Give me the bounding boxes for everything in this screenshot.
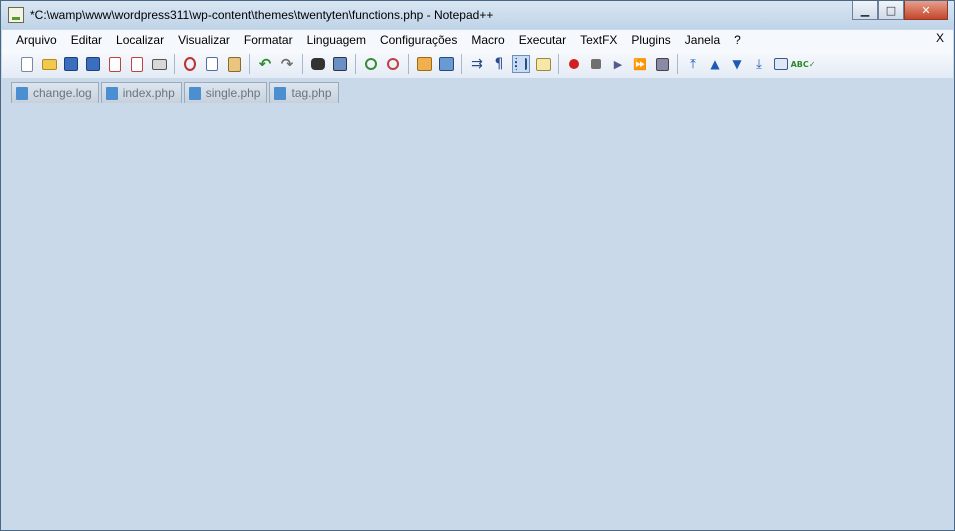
close-document-button[interactable]: X xyxy=(936,31,944,45)
toolbar-separator xyxy=(249,54,250,74)
close-file-icon[interactable] xyxy=(106,55,124,73)
find-icon[interactable] xyxy=(309,55,327,73)
toolbar-separator xyxy=(355,54,356,74)
toolbar: ↶ ↷ ⇉ ¶ ▶ ⏩ ⤒ ▲ ▼ ⤓ ABC✓ xyxy=(2,50,953,78)
spell-check-icon[interactable]: ABC✓ xyxy=(791,55,816,73)
textfx-convert-icon[interactable] xyxy=(772,55,790,73)
sync-vertical-icon[interactable] xyxy=(415,55,433,73)
tab-label: change.log xyxy=(33,86,92,100)
menu-executar[interactable]: Executar xyxy=(512,30,573,50)
menu-arquivo[interactable]: Arquivo xyxy=(2,30,64,50)
menu-editar[interactable]: Editar xyxy=(64,30,109,50)
textfx-down-icon[interactable]: ▼ xyxy=(728,55,746,73)
play-macro-icon[interactable]: ▶ xyxy=(609,55,627,73)
menu-localizar[interactable]: Localizar xyxy=(109,30,171,50)
menu-visualizar[interactable]: Visualizar xyxy=(171,30,237,50)
word-wrap-icon[interactable]: ⇉ xyxy=(468,55,486,73)
tab-single-php[interactable]: single.php xyxy=(183,82,268,103)
toolbar-separator xyxy=(558,54,559,74)
window-title: *C:\wamp\www\wordpress311\wp-content\the… xyxy=(30,8,494,22)
run-macro-multiple-icon[interactable]: ⏩ xyxy=(631,55,649,73)
copy-icon[interactable] xyxy=(203,55,221,73)
save-macro-icon[interactable] xyxy=(653,55,671,73)
menu-formatar[interactable]: Formatar xyxy=(237,30,300,50)
paste-icon[interactable] xyxy=(225,55,243,73)
tab-label: single.php xyxy=(205,86,261,100)
print-icon[interactable] xyxy=(150,55,168,73)
menu-help[interactable]: ? xyxy=(727,30,748,50)
toolbar-separator xyxy=(302,54,303,74)
menu-macro[interactable]: Macro xyxy=(464,30,511,50)
toolbar-separator xyxy=(677,54,678,74)
toolbar-separator xyxy=(408,54,409,74)
menu-linguagem[interactable]: Linguagem xyxy=(300,30,373,50)
replace-icon[interactable] xyxy=(331,55,349,73)
textfx-insert-icon[interactable]: ⤓ xyxy=(750,55,768,73)
menu-plugins[interactable]: Plugins xyxy=(624,30,677,50)
notepad-app-icon xyxy=(8,7,24,23)
file-icon xyxy=(105,86,118,100)
menu-janela[interactable]: Janela xyxy=(678,30,727,50)
document-tabs: change.log index.php single.php tag.php xyxy=(2,79,953,103)
toolbar-separator xyxy=(461,54,462,74)
file-icon xyxy=(274,86,287,100)
file-icon xyxy=(16,86,28,100)
indent-guide-icon[interactable] xyxy=(512,55,530,73)
tab-label: index.php xyxy=(122,86,175,100)
open-file-icon[interactable] xyxy=(40,55,58,73)
show-all-chars-icon[interactable]: ¶ xyxy=(490,55,508,73)
textfx-up-icon[interactable]: ▲ xyxy=(706,55,724,73)
title-bar[interactable]: *C:\wamp\www\wordpress311\wp-content\the… xyxy=(1,1,954,29)
zoom-in-icon[interactable] xyxy=(362,55,380,73)
zoom-out-icon[interactable] xyxy=(384,55,402,73)
menu-textfx[interactable]: TextFX xyxy=(573,30,624,50)
toolbar-separator xyxy=(174,54,175,74)
close-button[interactable]: ✕ xyxy=(904,1,948,20)
cut-icon[interactable] xyxy=(181,55,199,73)
tab-tag-php[interactable]: tag.php xyxy=(269,82,339,103)
new-file-icon[interactable] xyxy=(18,55,36,73)
minimize-button[interactable]: ▁ xyxy=(852,1,878,20)
sync-horizontal-icon[interactable] xyxy=(437,55,455,73)
record-macro-icon[interactable] xyxy=(565,55,583,73)
close-all-icon[interactable] xyxy=(128,55,146,73)
menu-configuracoes[interactable]: Configurações xyxy=(373,30,464,50)
maximize-button[interactable]: □ xyxy=(878,1,904,20)
user-defined-dialog-icon[interactable] xyxy=(534,55,552,73)
tab-index-php[interactable]: index.php xyxy=(100,82,182,103)
tab-change-log[interactable]: change.log xyxy=(11,82,99,103)
redo-icon[interactable]: ↷ xyxy=(278,55,296,73)
file-icon xyxy=(188,86,201,100)
menu-bar: Arquivo Editar Localizar Visualizar Form… xyxy=(2,30,953,50)
save-icon[interactable] xyxy=(62,55,80,73)
tab-label: tag.php xyxy=(291,86,332,100)
stop-macro-icon[interactable] xyxy=(587,55,605,73)
undo-icon[interactable]: ↶ xyxy=(256,55,274,73)
textfx-top-icon[interactable]: ⤒ xyxy=(684,55,702,73)
notepad-window: *C:\wamp\www\wordpress311\wp-content\the… xyxy=(0,0,955,531)
save-all-icon[interactable] xyxy=(84,55,102,73)
